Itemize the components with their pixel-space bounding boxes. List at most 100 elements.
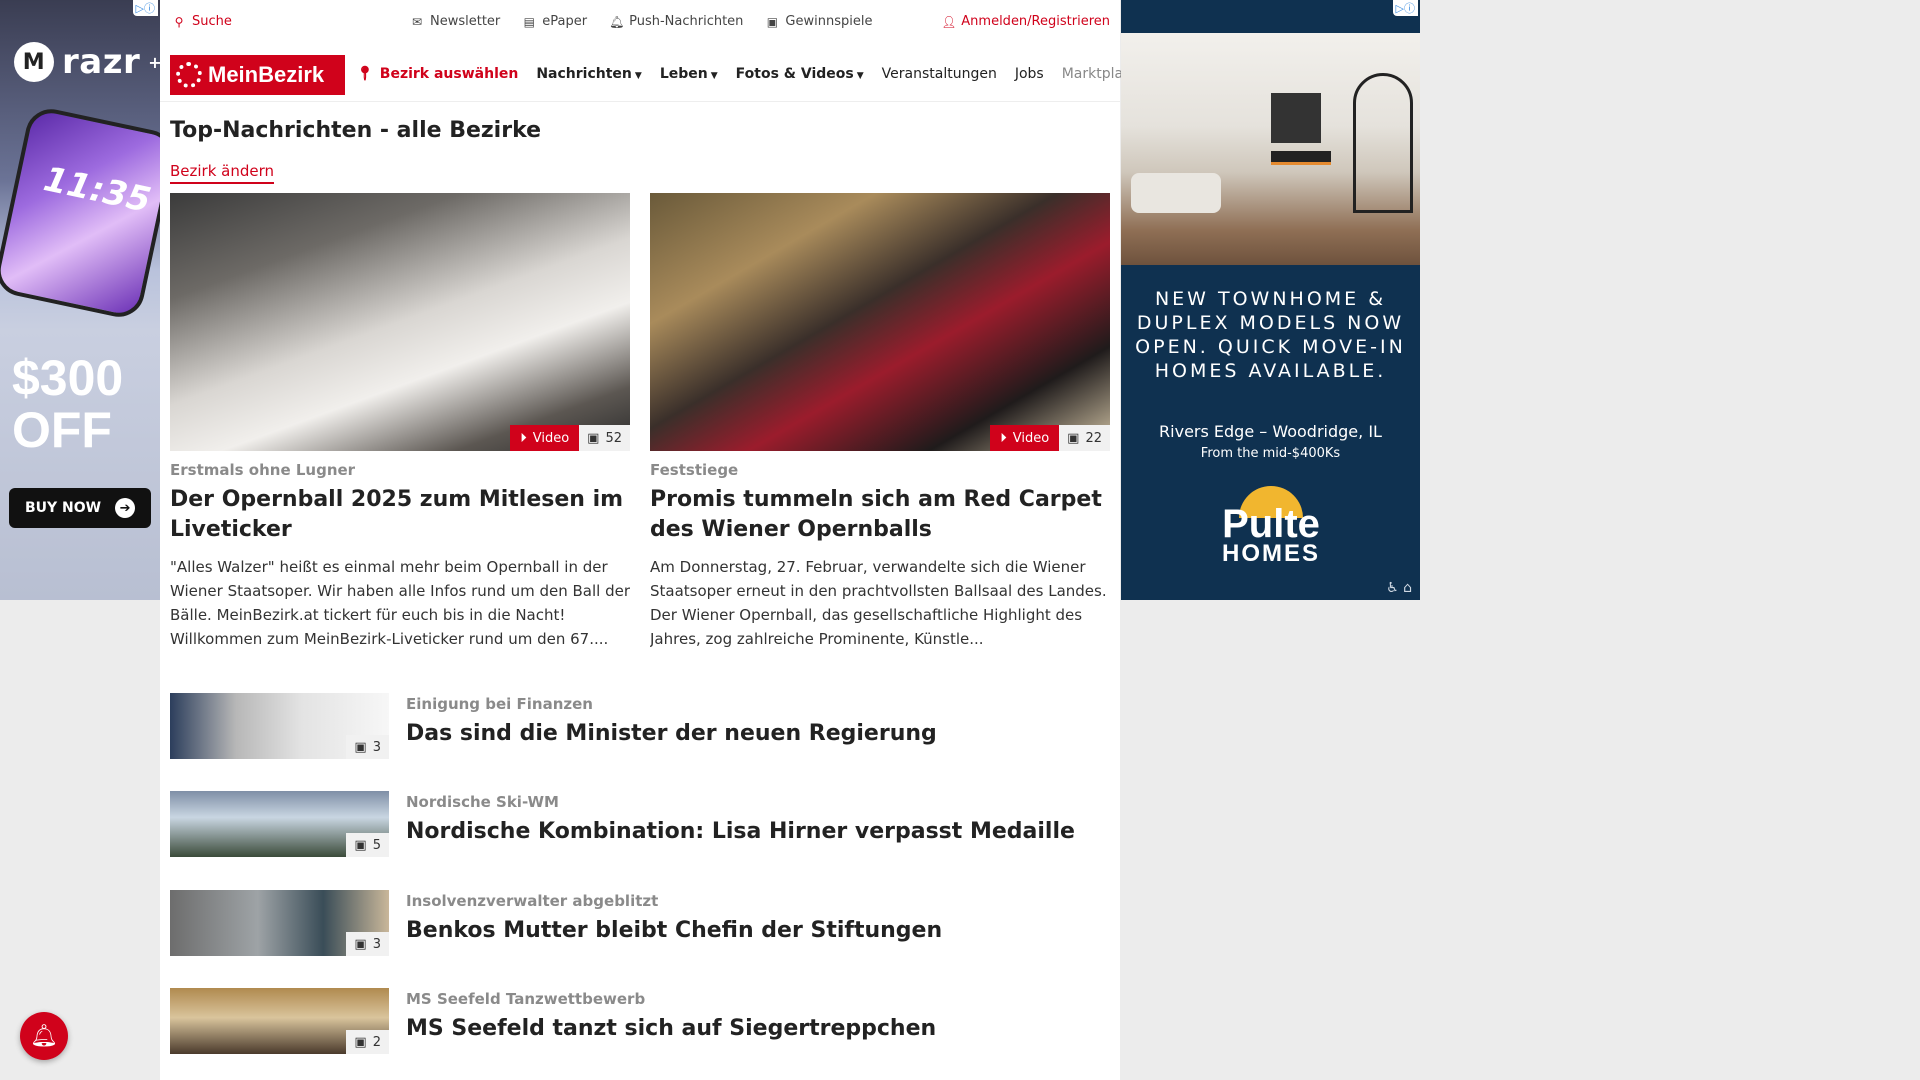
nav-item-label: Nachrichten: [536, 66, 632, 82]
article-headline[interactable]: Promis tummeln sich am Red Carpet des Wi…: [650, 485, 1110, 545]
gewinnspiele-link[interactable]: ▣ Gewinnspiele: [765, 14, 873, 29]
photo-count: 3: [372, 739, 381, 755]
featured-article-2[interactable]: ⏵ Video ▣ 22 Feststiege Promis tummeln s…: [650, 193, 1110, 651]
gift-icon: ▣: [766, 14, 779, 29]
article-kicker: MS Seefeld Tanzwettbewerb: [406, 990, 646, 1008]
photo-count-badge: ▣ 5: [346, 833, 389, 857]
homes-logo-text: HOMES: [1221, 540, 1320, 567]
article-thumbnail[interactable]: ▣ 5: [170, 791, 389, 857]
newsletter-label: Newsletter: [430, 14, 501, 29]
pulte-logo: Pulte HOMES: [1216, 486, 1326, 566]
utility-links: ✉ Newsletter ▤ ePaper 🔔︎ Push-Nachrichte…: [410, 14, 873, 29]
gallery-icon: ▣: [587, 430, 600, 446]
list-item[interactable]: ▣ 3 Einigung bei Finanzen Das sind die Mi…: [170, 693, 1110, 759]
article-kicker: Erstmals ohne Lugner: [170, 461, 356, 479]
phone-clock: 11:35: [40, 159, 155, 221]
gewinnspiele-label: Gewinnspiele: [785, 14, 873, 29]
bezirk-select-label: Bezirk auswählen: [379, 66, 519, 82]
search-icon: ⚲: [174, 14, 184, 29]
article-image[interactable]: ⏵ Video ▣ 52: [170, 193, 630, 451]
nav-item-label: Leben: [659, 66, 708, 82]
push-notification-button[interactable]: 🔔︎: [20, 1012, 68, 1060]
nav-item-leben[interactable]: Leben ▼: [660, 66, 718, 82]
photo-count-badge: ▣ 3: [346, 735, 389, 759]
ad-house-photo: [1121, 33, 1420, 265]
change-bezirk-link[interactable]: Bezirk ändern: [170, 162, 275, 184]
ad-brand: M razr +: [14, 42, 160, 82]
article-headline[interactable]: MS Seefeld tanzt sich auf Siegertreppche…: [406, 1016, 936, 1041]
article-headline[interactable]: Nordische Kombination: Lisa Hirner verpa…: [406, 819, 1075, 844]
video-label: Video: [532, 430, 570, 446]
motorola-logo-icon: M: [14, 42, 54, 82]
mail-icon: ✉: [411, 14, 423, 29]
bell-icon: 🔔︎: [30, 1023, 58, 1049]
phone-image: 11:35: [0, 104, 160, 322]
left-ad-banner[interactable]: ▷ⓘ M razr + 11:35 $300 OFF BUY NOW ➔: [0, 0, 160, 600]
push-link[interactable]: 🔔︎ Push-Nachrichten: [609, 14, 743, 29]
bezirk-select[interactable]: 📍︎ Bezirk auswählen: [356, 66, 518, 82]
search-link[interactable]: ⚲ Suche: [172, 14, 232, 29]
ad-brand-sup: +: [148, 52, 160, 72]
ad-offer: $300 OFF: [12, 350, 124, 458]
article-image[interactable]: ⏵ Video ▣ 22: [650, 193, 1110, 451]
gallery-icon: ▣: [354, 936, 367, 952]
chevron-down-icon: ▼: [634, 71, 642, 81]
tv-shape: [1271, 93, 1321, 143]
gallery-icon: ▣: [354, 837, 367, 853]
adchoices-icon[interactable]: ▷ⓘ: [1392, 0, 1418, 16]
newspaper-icon: ▤: [523, 14, 535, 29]
ad-location: Rivers Edge – Woodridge, IL: [1159, 422, 1382, 441]
article-teaser: "Alles Walzer" heißt es einmal mehr beim…: [170, 558, 630, 648]
nav-items: 📍︎ Bezirk auswählen Nachrichten ▼ Leben ▼ …: [356, 66, 1136, 82]
user-icon: 👤︎: [941, 14, 957, 29]
nav-item-label: Fotos & Videos: [735, 66, 854, 82]
media-badges: ⏵ Video ▣ 52: [510, 425, 630, 451]
adchoices-icon[interactable]: ▷ⓘ: [132, 0, 158, 16]
buy-now-label: BUY NOW: [24, 500, 102, 516]
utility-bar: ⚲ Suche ✉ Newsletter ▤ ePaper 🔔︎ Push-Na…: [160, 0, 1120, 46]
article-kicker: Einigung bei Finanzen: [406, 695, 593, 713]
nav-item-nachrichten[interactable]: Nachrichten ▼: [536, 66, 641, 82]
location-pin-icon: 📍︎: [356, 66, 374, 82]
article-headline[interactable]: Der Opernball 2025 zum Mitlesen im Livet…: [170, 485, 630, 545]
article-thumbnail[interactable]: ▣ 3: [170, 890, 389, 956]
newsletter-link[interactable]: ✉ Newsletter: [410, 14, 500, 29]
login-label: Anmelden/Registrieren: [961, 14, 1110, 29]
photo-count-badge: ▣ 22: [1059, 425, 1110, 451]
photo-count: 5: [372, 837, 381, 853]
nav-item-jobs[interactable]: Jobs: [1015, 66, 1044, 82]
main-navigation: MeinBezirk 📍︎ Bezirk auswählen Nachricht…: [160, 46, 1136, 102]
article-thumbnail[interactable]: ▣ 3: [170, 693, 389, 759]
nav-item-fotos-videos[interactable]: Fotos & Videos ▼: [736, 66, 864, 82]
gallery-icon: ▣: [354, 739, 367, 755]
play-icon: ⏵: [520, 430, 527, 446]
logo-flower-icon: [176, 62, 202, 88]
article-headline[interactable]: Benkos Mutter bleibt Chefin der Stiftung…: [406, 918, 942, 943]
video-label: Video: [1012, 430, 1050, 446]
site-logo[interactable]: MeinBezirk: [170, 55, 345, 95]
photo-count: 3: [372, 936, 381, 952]
list-item[interactable]: ▣ 5 Nordische Ski-WM Nordische Kombinatio…: [170, 791, 1110, 857]
shelf-shape: [1353, 73, 1413, 213]
gallery-icon: ▣: [1067, 430, 1080, 446]
page-title: Top-Nachrichten - alle Bezirke: [170, 118, 542, 143]
article-kicker: Insolvenzverwalter abgeblitzt: [406, 892, 659, 910]
article-headline[interactable]: Das sind die Minister der neuen Regierun…: [406, 721, 937, 746]
article-teaser: Am Donnerstag, 27. Februar, verwandelte …: [650, 558, 1107, 648]
video-badge: ⏵ Video: [510, 425, 580, 451]
article-thumbnail[interactable]: ▣ 2: [170, 988, 389, 1054]
list-item[interactable]: ▣ 2 MS Seefeld Tanzwettbewerb MS Seefeld …: [170, 988, 1110, 1054]
media-badges: ⏵ Video ▣ 22: [990, 425, 1110, 451]
nav-item-veranstaltungen[interactable]: Veranstaltungen: [882, 66, 997, 82]
list-item[interactable]: ▣ 3 Insolvenzverwalter abgeblitzt Benkos …: [170, 890, 1110, 956]
buy-now-button[interactable]: BUY NOW ➔: [9, 488, 151, 528]
article-kicker: Feststiege: [650, 461, 739, 479]
arrow-right-icon: ➔: [115, 498, 136, 518]
gallery-icon: ▣: [354, 1034, 367, 1050]
chevron-down-icon: ▼: [856, 71, 864, 81]
right-ad-banner[interactable]: ▷ⓘ NEW TOWNHOME & DUPLEX MODELS NOW OPEN…: [1121, 0, 1420, 600]
epaper-link[interactable]: ▤ ePaper: [522, 14, 588, 29]
search-label: Suche: [192, 14, 232, 29]
login-link[interactable]: 👤︎ Anmelden/Registrieren: [941, 14, 1110, 29]
featured-article-1[interactable]: ⏵ Video ▣ 52 Erstmals ohne Lugner Der Op…: [170, 193, 630, 651]
